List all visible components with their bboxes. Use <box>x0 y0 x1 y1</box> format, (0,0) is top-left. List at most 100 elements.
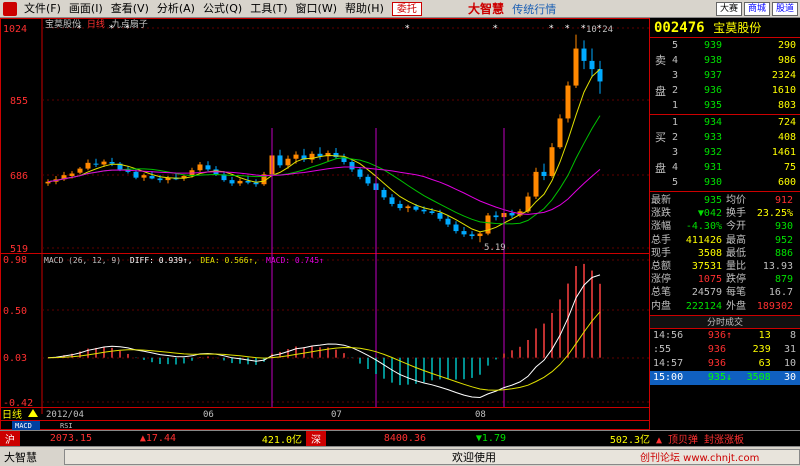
menu-help[interactable]: 帮助(H) <box>341 0 388 18</box>
signal-marker: * <box>109 24 114 34</box>
event-lines <box>271 128 505 407</box>
candle-body <box>549 147 555 176</box>
ask-row[interactable]: 4 938 986 <box>650 53 800 68</box>
menu-formula[interactable]: 公式(Q) <box>199 0 246 18</box>
menu-window[interactable]: 窗口(W) <box>292 0 341 18</box>
low-price-label: 5.19 <box>484 243 506 253</box>
menu-file[interactable]: 文件(F) <box>20 0 65 18</box>
macd-dea-label: DEA <box>200 256 215 265</box>
ask-row[interactable]: 2 936 1610 <box>650 83 800 98</box>
y-tick-label: 1024 <box>3 24 27 35</box>
period-arrow-icon[interactable] <box>28 409 38 417</box>
macd-y-tick-label: 0.03 <box>3 353 27 364</box>
chart-area[interactable]: 宝莫股份 日线 九点扇子 1024 855 686 519 * * * * * * * * * … <box>0 18 650 430</box>
quote-title: 002476 宝莫股份 <box>650 18 800 38</box>
app-logo-icon <box>3 1 17 16</box>
bid-row[interactable]: 1 934 724 <box>650 115 800 130</box>
macd-diff-label: DIFF <box>130 256 149 265</box>
sz-index[interactable]: 8400.36 <box>326 433 426 444</box>
macd-histogram <box>55 263 601 386</box>
signal-marker: * <box>549 24 554 34</box>
tick-row[interactable]: 14:57 936 63 10 <box>650 357 800 371</box>
mall-button[interactable]: 商城 <box>743 2 770 16</box>
ask-row[interactable]: 3 937 2324 <box>650 68 800 83</box>
stat-row: 涨幅 -4.30% 今开 930 <box>651 221 793 233</box>
contest-button[interactable]: 大赛 <box>715 2 742 16</box>
bid-book: 买 盘 1 934 724 2 933 408 3 932 1461 4 931 75 5 930… <box>650 115 800 192</box>
ask-row[interactable]: 1 935 803 <box>650 98 800 113</box>
tick-tab[interactable]: 分时成交 <box>650 314 800 329</box>
candle-body <box>141 175 147 178</box>
candle-body <box>541 171 547 176</box>
candle-body <box>349 162 355 170</box>
candle-body <box>93 163 99 165</box>
candle-body <box>253 182 259 185</box>
candles[interactable] <box>45 34 603 243</box>
macd-diff-line <box>47 274 601 399</box>
date-label: 2012/04 <box>46 410 84 420</box>
ask-book: 卖 盘 5 939 290 4 938 986 3 937 2324 2 936 1610 19… <box>650 38 800 115</box>
candle-body <box>421 209 427 212</box>
stats-table: 最新 935 均价 912 涨跌 ▼042 换手 23.25% 涨幅 -4.30% 今开 930 … <box>650 192 800 315</box>
bid-row[interactable]: 3 932 1461 <box>650 145 800 160</box>
candle-body <box>109 162 115 164</box>
brand-subtitle: 传统行情 <box>512 3 557 16</box>
signal-marker: * <box>77 24 82 34</box>
candle-body <box>469 234 475 237</box>
macd-y-tick-label: 0.98 <box>3 255 27 266</box>
candle-body <box>205 165 211 170</box>
signal-marker: * <box>125 24 130 34</box>
menu-analysis[interactable]: 分析(A) <box>153 0 199 18</box>
candle-body <box>509 213 515 216</box>
news-ticker[interactable]: ▲ 顶贝弹 封涨涨板 <box>650 431 800 446</box>
stock-road-button[interactable]: 股道 <box>771 2 798 16</box>
candle-body <box>365 176 371 184</box>
menu-view[interactable]: 查看(V) <box>107 0 153 18</box>
ask-row[interactable]: 5 939 290 <box>650 38 800 53</box>
candle-body <box>293 154 299 159</box>
menu-screen[interactable]: 画面(I) <box>65 0 107 18</box>
candle-body <box>573 48 579 86</box>
brand-name: 大智慧 <box>468 2 505 16</box>
signal-marker: * <box>565 24 570 34</box>
bid-row[interactable]: 4 931 75 <box>650 160 800 175</box>
tick-row-selected[interactable]: 15:00 935 ↓ 3508 30 <box>650 370 800 385</box>
candle-body <box>381 189 387 198</box>
candle-body <box>461 231 467 235</box>
stock-name: 宝莫股份 <box>713 21 762 35</box>
candle-body <box>453 224 459 232</box>
trade-button[interactable]: 委托 <box>391 1 422 16</box>
tick-row[interactable]: :55 936 239 31 <box>650 343 800 357</box>
tick-row[interactable]: 14:56 936 ↑ 13 8 <box>650 329 800 343</box>
sh-label: 沪 <box>0 431 20 446</box>
macd-dea-value: 0.566 <box>224 256 248 265</box>
candle-body <box>413 206 419 210</box>
bid-row[interactable]: 2 933 408 <box>650 130 800 145</box>
chart-svg[interactable]: 宝莫股份 日线 九点扇子 1024 855 686 519 * * * * * * * * * … <box>0 18 650 430</box>
tab-macd-label[interactable]: MACD <box>15 422 32 430</box>
macd-dea-line <box>47 311 601 391</box>
candle-body <box>437 213 443 219</box>
sh-change: ▲17.44 <box>139 433 176 444</box>
sh-index[interactable]: 2073.15 <box>20 433 92 444</box>
macd-macd-label: MACD <box>266 256 285 265</box>
period-label[interactable]: 日线 <box>2 408 22 421</box>
app-name-label: 大智慧 <box>4 450 37 464</box>
candle-body <box>589 60 595 70</box>
candle-body <box>157 178 163 181</box>
chart-title-name: 宝莫股份 <box>45 18 81 30</box>
y-tick-label: 519 <box>10 244 28 255</box>
candle-body <box>101 161 107 165</box>
candle-body <box>581 48 587 61</box>
signal-marker: * <box>405 24 410 34</box>
macd-macd-value: 0.745 <box>295 256 319 265</box>
tab-rsi-label[interactable]: RSI <box>60 422 73 430</box>
candle-body <box>557 118 563 148</box>
candle-body <box>285 158 291 166</box>
bid-row[interactable]: 5 930 600 <box>650 175 800 190</box>
candle-body <box>229 180 235 184</box>
candle-body <box>445 218 451 225</box>
menu-tools[interactable]: 工具(T) <box>246 0 291 18</box>
chart-frame <box>0 18 650 430</box>
stat-row: 最新 935 均价 912 <box>651 195 793 206</box>
